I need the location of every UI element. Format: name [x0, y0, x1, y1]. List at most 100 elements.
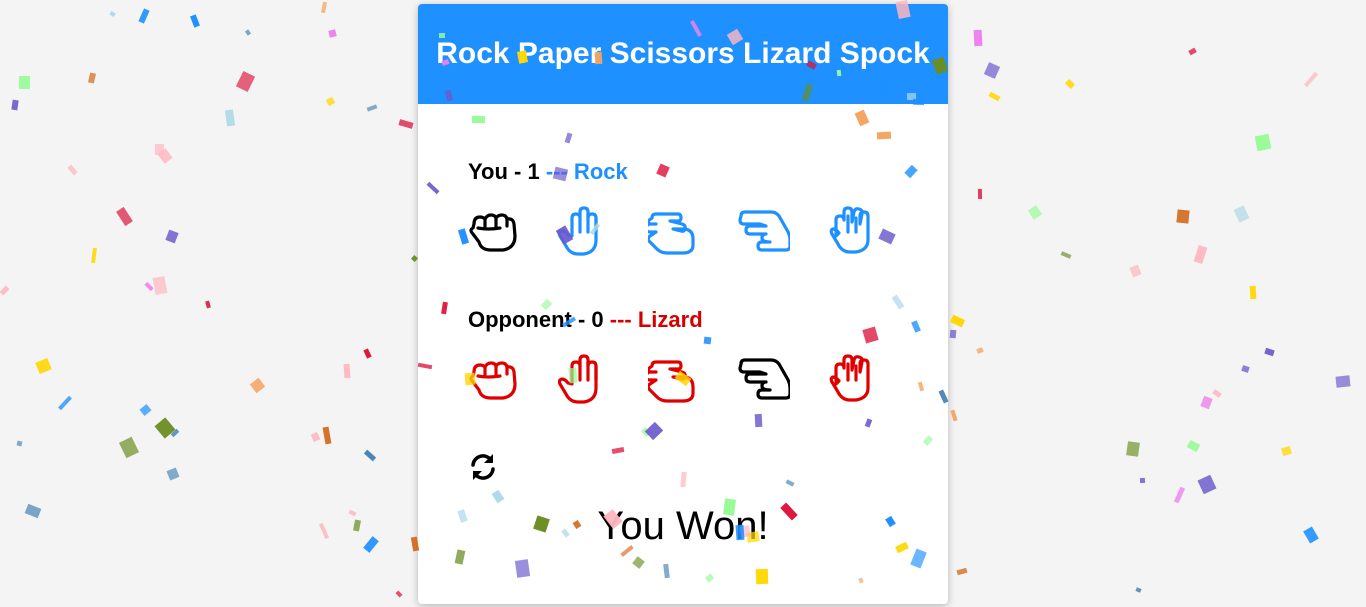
confetti-piece: [343, 363, 351, 379]
player-hands: [466, 202, 916, 258]
confetti-piece: [363, 536, 379, 553]
confetti-piece: [1335, 375, 1351, 388]
confetti-piece: [977, 188, 983, 200]
confetti-piece: [988, 91, 1001, 102]
confetti-piece: [91, 247, 97, 264]
confetti-piece: [235, 71, 256, 92]
confetti-piece: [157, 148, 173, 164]
confetti-piece: [410, 254, 419, 263]
confetti-piece: [109, 11, 116, 17]
confetti-piece: [398, 119, 414, 129]
confetti-piece: [152, 276, 168, 295]
spock-hand-icon: [829, 354, 870, 402]
confetti-piece: [165, 229, 179, 244]
confetti-piece: [1173, 486, 1186, 504]
confetti-piece: [1241, 365, 1250, 373]
confetti-piece: [67, 164, 78, 176]
scissors-hand-icon: [648, 212, 695, 255]
player-score-label: You - 1 --- Rock: [468, 159, 628, 185]
confetti-piece: [310, 431, 321, 443]
player-paper-button[interactable]: [556, 202, 612, 258]
game-title: Rock Paper Scissors Lizard Spock: [418, 4, 948, 104]
paper-hand-icon: [558, 206, 598, 256]
rock-hand-icon: [469, 213, 517, 252]
player-score: You - 1: [468, 159, 540, 184]
confetti-piece: [949, 329, 957, 339]
confetti-piece: [1233, 205, 1250, 223]
paper-hand-icon: [558, 354, 598, 404]
confetti-piece: [1176, 209, 1190, 224]
opponent-lizard-hand: [736, 350, 792, 406]
opponent-scissors-hand: [646, 350, 702, 406]
confetti-piece: [11, 99, 19, 111]
confetti-piece: [1065, 79, 1075, 89]
confetti-piece: [144, 281, 154, 292]
confetti-piece: [35, 358, 52, 374]
confetti-piece: [205, 300, 211, 309]
confetti-piece: [366, 104, 378, 112]
confetti-piece: [353, 519, 361, 532]
confetti-piece: [244, 29, 252, 36]
confetti-piece: [1186, 439, 1201, 453]
game-card: Rock Paper Scissors Lizard Spock You - 1…: [418, 4, 948, 604]
opponent-score-label: Opponent - 0 --- Lizard: [468, 307, 703, 333]
confetti-piece: [320, 1, 328, 14]
confetti-piece: [956, 567, 968, 576]
opponent-hands: [466, 350, 916, 406]
player-choice: --- Rock: [545, 159, 628, 184]
confetti-piece: [1126, 441, 1140, 457]
confetti-piece: [0, 285, 10, 296]
confetti-piece: [190, 14, 200, 28]
confetti-piece: [363, 449, 377, 462]
confetti-piece: [249, 377, 266, 394]
confetti-piece: [138, 8, 150, 24]
confetti-piece: [322, 426, 332, 445]
confetti-piece: [325, 96, 336, 107]
confetti-piece: [1254, 133, 1272, 152]
confetti-piece: [1249, 285, 1257, 300]
confetti-piece: [16, 440, 23, 447]
confetti-piece: [395, 590, 403, 598]
confetti-piece: [1264, 347, 1275, 357]
reset-button[interactable]: [466, 450, 500, 484]
confetti-piece: [87, 72, 97, 84]
player-rock-button[interactable]: [466, 202, 522, 258]
lizard-hand-icon: [738, 358, 790, 400]
player-lizard-button[interactable]: [736, 202, 792, 258]
confetti-piece: [58, 395, 72, 411]
confetti-piece: [1197, 474, 1217, 495]
confetti-piece: [1281, 445, 1292, 457]
confetti-piece: [1129, 264, 1142, 278]
confetti-piece: [19, 76, 30, 89]
confetti-piece: [116, 206, 133, 227]
confetti-piece: [1200, 395, 1213, 410]
confetti-piece: [318, 522, 330, 540]
confetti-piece: [348, 509, 357, 517]
opponent-paper-hand: [556, 350, 612, 406]
confetti-piece: [118, 436, 140, 459]
player-spock-button[interactable]: [826, 202, 882, 258]
opponent-score: Opponent - 0: [468, 307, 604, 332]
confetti-piece: [973, 29, 983, 47]
spock-hand-icon: [829, 206, 870, 254]
player-scissors-button[interactable]: [646, 202, 702, 258]
confetti-piece: [1027, 205, 1043, 220]
opponent-rock-hand: [466, 350, 522, 406]
confetti-piece: [1212, 389, 1222, 398]
refresh-icon: [471, 454, 495, 480]
confetti-piece: [950, 409, 958, 422]
confetti-piece: [224, 109, 236, 127]
confetti-piece: [949, 314, 966, 328]
confetti-piece: [166, 467, 180, 481]
rock-hand-icon: [469, 361, 517, 400]
confetti-piece: [1188, 47, 1197, 56]
confetti-piece: [976, 347, 984, 354]
confetti-piece: [1303, 526, 1319, 544]
confetti-piece: [1135, 587, 1142, 593]
confetti-piece: [983, 62, 1001, 79]
opponent-spock-hand: [826, 350, 882, 406]
opponent-choice: --- Lizard: [609, 307, 703, 332]
confetti-piece: [363, 348, 372, 359]
confetti-piece: [155, 144, 164, 155]
confetti-piece: [170, 428, 180, 438]
